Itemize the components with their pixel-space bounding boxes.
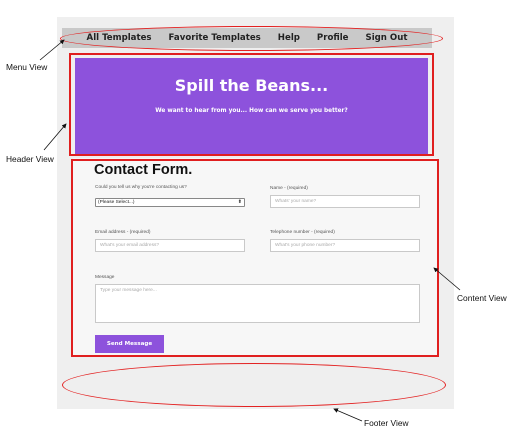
menu-nav: All Templates Favorite Templates Help Pr… <box>62 28 432 48</box>
reason-select-value: (Please Select...) <box>98 200 135 205</box>
select-arrows-icon: ⬍ <box>237 199 242 205</box>
form-title: Contact Form. <box>94 162 193 178</box>
header-subtitle: We want to hear from you... How can we s… <box>155 108 348 114</box>
content-view-annotation: Content View <box>457 293 507 303</box>
footer-arrow-icon <box>333 408 363 422</box>
reason-label: Could you tell us why you're contacting … <box>95 185 187 190</box>
header-view-annotation: Header View <box>6 154 54 164</box>
header-title: Spill the Beans... <box>174 76 329 95</box>
menu-item-help[interactable]: Help <box>278 33 300 43</box>
footer-view-annotation: Footer View <box>364 418 409 428</box>
name-label: Name - (required) <box>270 186 308 191</box>
menu-item-all-templates[interactable]: All Templates <box>87 33 152 43</box>
menu-view-annotation: Menu View <box>6 62 48 72</box>
reason-select[interactable]: (Please Select...) ⬍ <box>95 198 245 207</box>
phone-label: Telephone number - (required) <box>270 230 335 235</box>
email-field[interactable]: What's your email address? <box>95 239 245 252</box>
menu-item-sign-out[interactable]: Sign Out <box>366 33 408 43</box>
message-textarea[interactable]: Type your message here... <box>95 284 420 323</box>
phone-field[interactable]: What's your phone number? <box>270 239 420 252</box>
send-message-button[interactable]: Send Message <box>95 335 164 353</box>
menu-item-profile[interactable]: Profile <box>317 33 349 43</box>
message-label: Message <box>95 275 115 280</box>
name-field[interactable]: Whats' your name? <box>270 195 420 208</box>
email-label: Email address - (required) <box>95 230 151 235</box>
header-banner <box>75 58 428 156</box>
menu-item-favorite-templates[interactable]: Favorite Templates <box>169 33 261 43</box>
